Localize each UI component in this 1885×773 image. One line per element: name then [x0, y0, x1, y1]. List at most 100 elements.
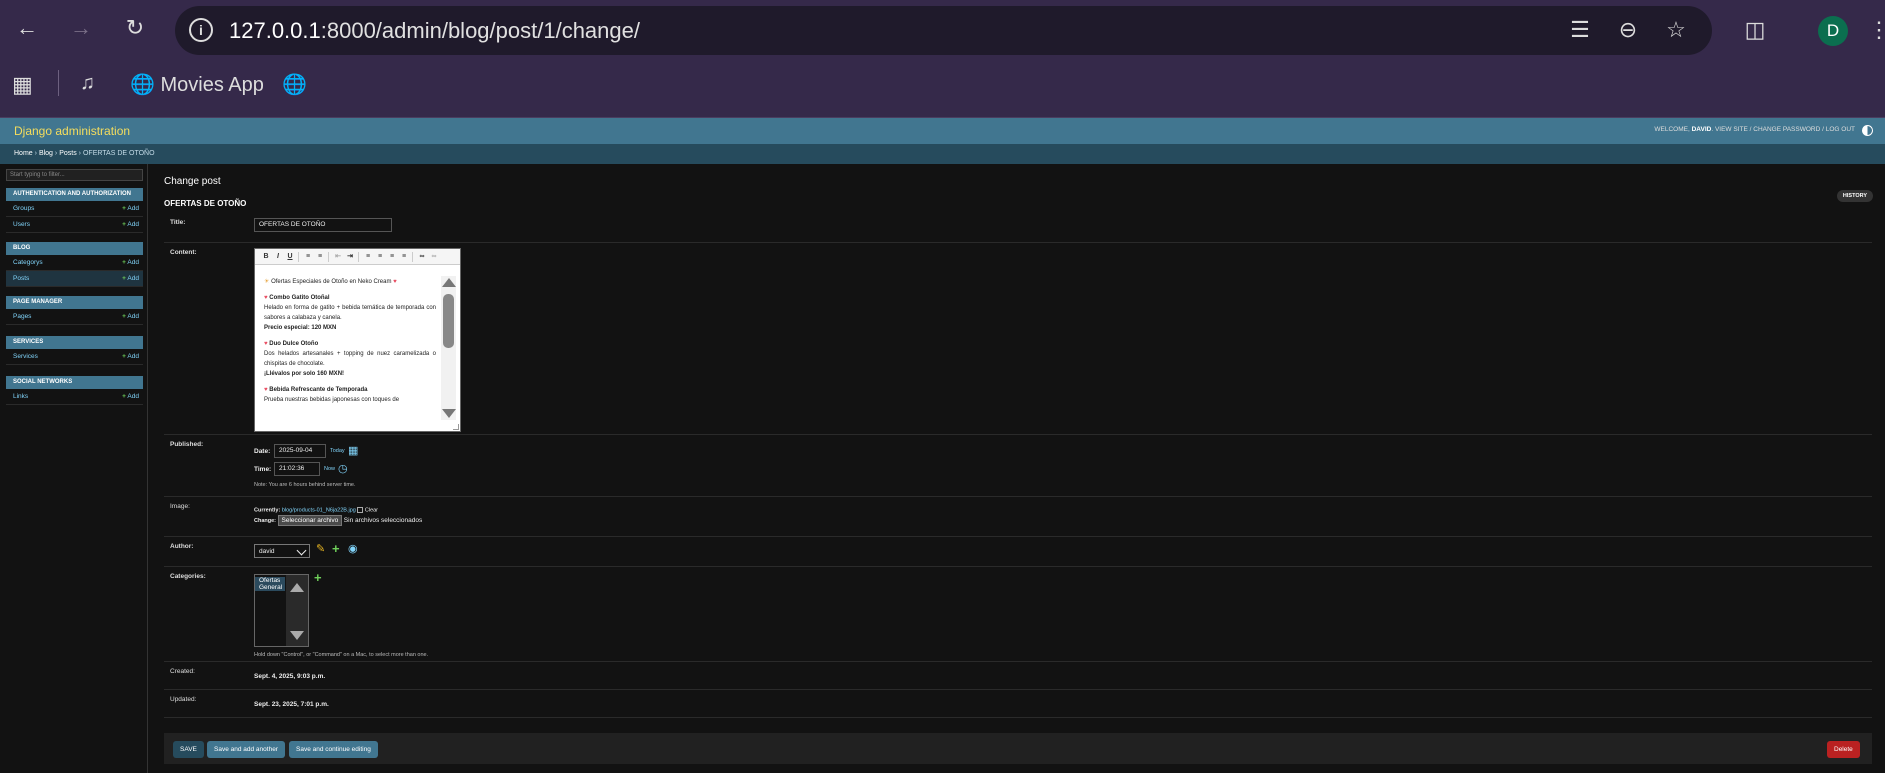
bookmark-movies-app[interactable]: 🌐 Movies App: [130, 72, 264, 97]
scroll-down-icon[interactable]: [442, 409, 456, 418]
author-select[interactable]: david: [254, 544, 310, 558]
sidebar-item-groups[interactable]: Groups + Add: [6, 201, 143, 217]
user-tools: Welcome, david. View site / Change passw…: [1654, 126, 1855, 133]
category-option[interactable]: General: [255, 584, 285, 591]
module-caption-social[interactable]: Social Networks: [6, 376, 143, 389]
add-services-link[interactable]: + Add: [122, 353, 139, 360]
sidebar-item-services[interactable]: Services + Add: [6, 349, 143, 365]
site-brand[interactable]: Django administration: [14, 124, 130, 138]
address-bar[interactable]: i 127.0.0.1:8000/admin/blog/post/1/chang…: [175, 6, 1712, 55]
bold-icon[interactable]: B: [261, 252, 271, 262]
categories-multiselect[interactable]: Ofertas General: [254, 574, 309, 647]
sidebar-item-links[interactable]: Links + Add: [6, 389, 143, 405]
save-and-continue-button[interactable]: Save and continue editing: [289, 741, 378, 758]
back-arrow-icon[interactable]: ←: [12, 13, 42, 43]
now-link[interactable]: Now: [324, 466, 335, 472]
add-posts-link[interactable]: + Add: [122, 275, 139, 282]
add-users-link[interactable]: + Add: [122, 221, 139, 228]
align-right-icon[interactable]: ≡: [387, 252, 397, 262]
link-icon[interactable]: ∞: [417, 252, 427, 262]
breadcrumb: Home › Blog › Posts › OFERTAS DE OTOÑO: [0, 144, 1885, 164]
today-link[interactable]: Today: [330, 448, 345, 454]
scroll-thumb[interactable]: [443, 294, 454, 348]
current-image-link[interactable]: blog/products-01_N6ja22B.jpg: [282, 507, 356, 513]
editor-scrollbar[interactable]: [441, 276, 456, 420]
add-categorys-link[interactable]: + Add: [122, 259, 139, 266]
scroll-down-icon[interactable]: [290, 631, 304, 640]
rich-text-editor[interactable]: B I U ≡ ≡ ⇤ ⇥ ≡ ≡ ≡ ≡ ∞ ∞ ☀ Ofertas Espe…: [254, 248, 461, 432]
add-links-link[interactable]: + Add: [122, 393, 139, 400]
clock-icon[interactable]: ◷: [338, 462, 348, 475]
module-caption-auth[interactable]: Authentication and Authorization: [6, 188, 143, 201]
breadcrumb-posts[interactable]: Posts: [59, 150, 77, 157]
reload-icon[interactable]: ↻: [120, 13, 150, 43]
save-button[interactable]: SAVE: [173, 741, 204, 758]
sidebar-item-users[interactable]: Users + Add: [6, 217, 143, 233]
unlink-icon[interactable]: ∞: [429, 252, 439, 262]
chevron-down-icon: [296, 545, 307, 556]
menu-kebab-icon[interactable]: ⋮: [1868, 16, 1885, 46]
bullet-list-icon[interactable]: ≡: [315, 252, 325, 262]
image-label: Image:: [170, 503, 190, 510]
underline-icon[interactable]: U: [285, 252, 295, 262]
toolbar-separator: [358, 252, 359, 262]
module-caption-services[interactable]: Services: [6, 336, 143, 349]
add-pages-link[interactable]: + Add: [122, 313, 139, 320]
resize-handle-icon[interactable]: [453, 424, 459, 430]
toolbar-separator: [328, 252, 329, 262]
align-center-icon[interactable]: ≡: [375, 252, 385, 262]
italic-icon[interactable]: I: [273, 252, 283, 262]
sidebar-item-categorys[interactable]: Categorys + Add: [6, 255, 143, 271]
add-groups-link[interactable]: + Add: [122, 205, 139, 212]
module-caption-blog[interactable]: Blog: [6, 242, 143, 255]
categories-scrollbar[interactable]: [286, 575, 308, 646]
editor-content[interactable]: ☀ Ofertas Especiales de Otoño en Neko Cr…: [264, 277, 436, 411]
forward-arrow-icon[interactable]: →: [66, 13, 96, 43]
log-out-link[interactable]: Log out: [1826, 126, 1855, 133]
choose-file-button[interactable]: Seleccionar archivo: [277, 515, 343, 526]
align-left-icon[interactable]: ≡: [363, 252, 373, 262]
add-author-icon[interactable]: +: [332, 541, 340, 556]
profile-avatar[interactable]: D: [1818, 16, 1848, 46]
save-and-add-another-button[interactable]: Save and add another: [207, 741, 285, 758]
calendar-icon[interactable]: ▦: [348, 444, 358, 457]
time-label: Time:: [254, 466, 272, 473]
change-password-link[interactable]: Change password: [1753, 126, 1820, 133]
sidebar-item-pages[interactable]: Pages + Add: [6, 309, 143, 325]
zoom-out-icon[interactable]: ⊖: [1613, 16, 1643, 46]
site-info-icon[interactable]: i: [189, 18, 213, 42]
edit-pencil-icon[interactable]: ✎: [316, 542, 325, 555]
sidebar-item-posts[interactable]: Posts + Add: [6, 271, 143, 287]
align-justify-icon[interactable]: ≡: [399, 252, 409, 262]
scroll-up-icon[interactable]: [290, 583, 304, 592]
history-button[interactable]: History: [1837, 190, 1873, 202]
category-option[interactable]: Ofertas: [255, 577, 285, 584]
breadcrumb-current: OFERTAS DE OTOÑO: [82, 150, 155, 157]
extensions-icon[interactable]: ◫: [1740, 16, 1770, 46]
breadcrumb-home[interactable]: Home: [14, 150, 33, 157]
time-input[interactable]: 21:02:36: [274, 462, 320, 476]
delete-button[interactable]: Delete: [1827, 741, 1860, 758]
numbered-list-icon[interactable]: ≡: [303, 252, 313, 262]
scroll-up-icon[interactable]: [442, 278, 456, 287]
add-category-icon[interactable]: +: [314, 570, 322, 585]
content-item: ♥ Duo Dulce Otoño Dos helados artesanale…: [264, 341, 436, 377]
bookmark-globe-icon[interactable]: 🌐: [282, 72, 307, 97]
indent-icon[interactable]: ⇥: [345, 252, 355, 262]
apps-grid-icon[interactable]: ▦: [12, 72, 33, 98]
view-eye-icon[interactable]: ◉: [348, 542, 358, 555]
bookmark-star-icon[interactable]: ☆: [1661, 16, 1691, 46]
date-input[interactable]: 2025-09-04: [274, 444, 326, 458]
url-text[interactable]: 127.0.0.1:8000/admin/blog/post/1/change/: [229, 18, 640, 44]
translate-icon[interactable]: ☰: [1565, 16, 1595, 46]
view-site-link[interactable]: View site: [1715, 126, 1748, 133]
nav-filter-input[interactable]: Start typing to filter...: [6, 169, 143, 181]
outdent-icon[interactable]: ⇤: [333, 252, 343, 262]
module-caption-page-manager[interactable]: Page Manager: [6, 296, 143, 309]
bookmark-guitar-icon[interactable]: ♫: [80, 72, 95, 95]
theme-toggle-icon[interactable]: [1862, 125, 1873, 136]
nav-sidebar: Start typing to filter... Authentication…: [0, 164, 148, 773]
clear-checkbox[interactable]: [357, 507, 364, 513]
breadcrumb-blog[interactable]: Blog: [39, 150, 53, 157]
title-input[interactable]: OFERTAS DE OTOÑO: [254, 218, 392, 232]
